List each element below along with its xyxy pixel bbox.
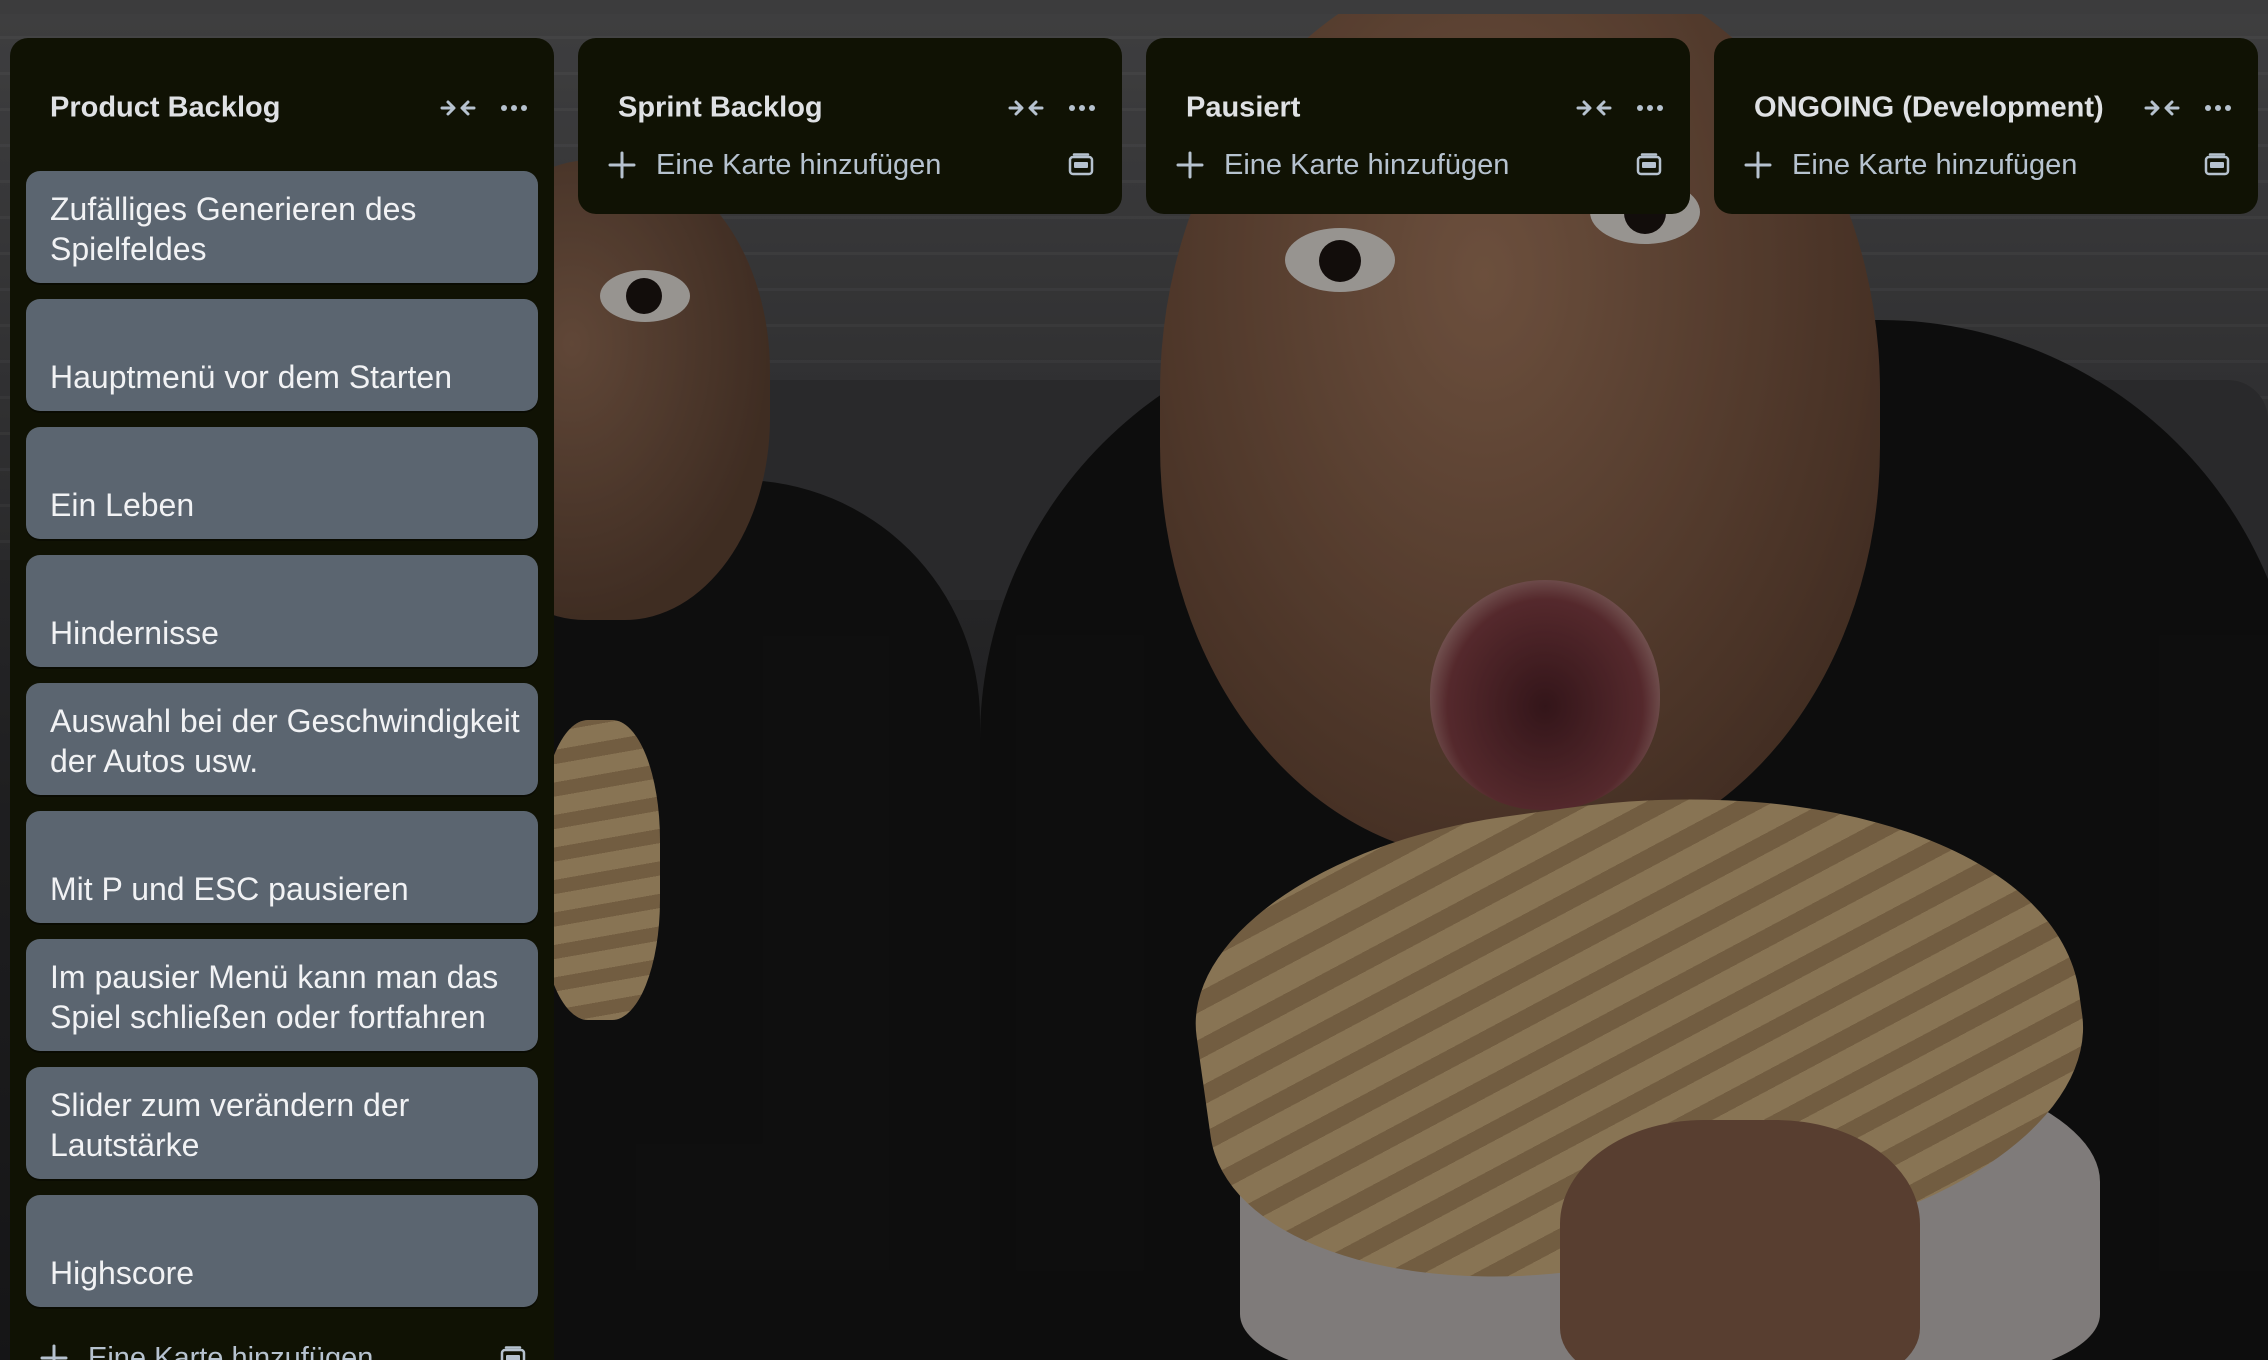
add-card-label: Eine Karte hinzufügen <box>88 1341 374 1360</box>
add-card-label: Eine Karte hinzufügen <box>1792 148 2078 181</box>
card-title: Highscore <box>50 1255 195 1291</box>
add-card-label: Eine Karte hinzufügen <box>1224 148 1510 181</box>
add-card-label: Eine Karte hinzufügen <box>656 148 942 181</box>
kanban-board: Product Backlog Zufälliges Generieren de… <box>0 0 2268 1360</box>
card-title: Hauptmenü vor dem Starten <box>50 359 452 395</box>
card-title: Ein Leben <box>50 487 195 523</box>
card-template-icon[interactable] <box>1062 146 1100 184</box>
card[interactable]: Hindernisse <box>26 555 538 667</box>
card[interactable]: Highscore <box>26 1195 538 1307</box>
card[interactable]: Hauptmenü vor dem Starten <box>26 299 538 411</box>
more-horizontal-icon[interactable] <box>490 84 538 132</box>
card[interactable]: Slider zum verändern der Lautstärke <box>26 1067 538 1179</box>
list-pausiert: Pausiert Eine Karte hinzufügen <box>1146 38 1690 214</box>
add-card-button[interactable]: Eine Karte hinzufügen <box>606 130 941 200</box>
card[interactable]: Zufälliges Generieren des Spielfeldes <box>26 171 538 283</box>
card-template-icon[interactable] <box>1630 146 1668 184</box>
card[interactable]: Im pausier Menü kann man das Spiel schli… <box>26 939 538 1051</box>
add-card-row: Eine Karte hinzufügen <box>1714 130 2258 200</box>
card-title: Mit P und ESC pausieren <box>50 871 409 907</box>
card-list: Zufälliges Generieren des Spielfeldes Ha… <box>26 171 538 1323</box>
plus-icon <box>1176 151 1204 179</box>
list-header[interactable]: Sprint Backlog <box>578 38 1122 130</box>
list-header[interactable]: Product Backlog <box>10 38 554 130</box>
list-title[interactable]: Product Backlog <box>50 92 280 125</box>
card-title: Hindernisse <box>50 615 219 651</box>
plus-icon <box>1744 151 1772 179</box>
list-title[interactable]: ONGOING (Development) <box>1754 92 2104 125</box>
collapse-arrows-icon[interactable] <box>434 84 482 132</box>
plus-icon <box>608 151 636 179</box>
list-product-backlog: Product Backlog Zufälliges Generieren de… <box>10 38 554 1360</box>
more-horizontal-icon[interactable] <box>1626 84 1674 132</box>
list-header[interactable]: ONGOING (Development) <box>1714 38 2258 130</box>
card-template-icon[interactable] <box>2198 146 2236 184</box>
card-title: Im pausier Menü kann man das Spiel schli… <box>50 959 499 1035</box>
add-card-row: Eine Karte hinzufügen <box>1146 130 1690 200</box>
add-card-row: Eine Karte hinzufügen <box>578 130 1122 200</box>
add-card-button[interactable]: Eine Karte hinzufügen <box>38 1323 373 1360</box>
list-header[interactable]: Pausiert <box>1146 38 1690 130</box>
plus-icon <box>40 1344 68 1360</box>
add-card-row: Eine Karte hinzufügen <box>10 1323 554 1360</box>
card-template-icon[interactable] <box>494 1339 532 1360</box>
card-title: Auswahl bei der Geschwindigkeit der Auto… <box>50 703 520 779</box>
more-horizontal-icon[interactable] <box>1058 84 1106 132</box>
list-ongoing-development: ONGOING (Development) Eine Karte hinzufü… <box>1714 38 2258 214</box>
collapse-arrows-icon[interactable] <box>2138 84 2186 132</box>
add-card-button[interactable]: Eine Karte hinzufügen <box>1174 130 1509 200</box>
card-title: Zufälliges Generieren des Spielfeldes <box>50 191 417 267</box>
card[interactable]: Mit P und ESC pausieren <box>26 811 538 923</box>
more-horizontal-icon[interactable] <box>2194 84 2242 132</box>
list-title[interactable]: Sprint Backlog <box>618 92 823 125</box>
list-title[interactable]: Pausiert <box>1186 92 1300 125</box>
collapse-arrows-icon[interactable] <box>1570 84 1618 132</box>
list-sprint-backlog: Sprint Backlog Eine Karte hinzufügen <box>578 38 1122 214</box>
card[interactable]: Auswahl bei der Geschwindigkeit der Auto… <box>26 683 538 795</box>
card-title: Slider zum verändern der Lautstärke <box>50 1087 410 1163</box>
add-card-button[interactable]: Eine Karte hinzufügen <box>1742 130 2077 200</box>
card[interactable]: Ein Leben <box>26 427 538 539</box>
collapse-arrows-icon[interactable] <box>1002 84 1050 132</box>
